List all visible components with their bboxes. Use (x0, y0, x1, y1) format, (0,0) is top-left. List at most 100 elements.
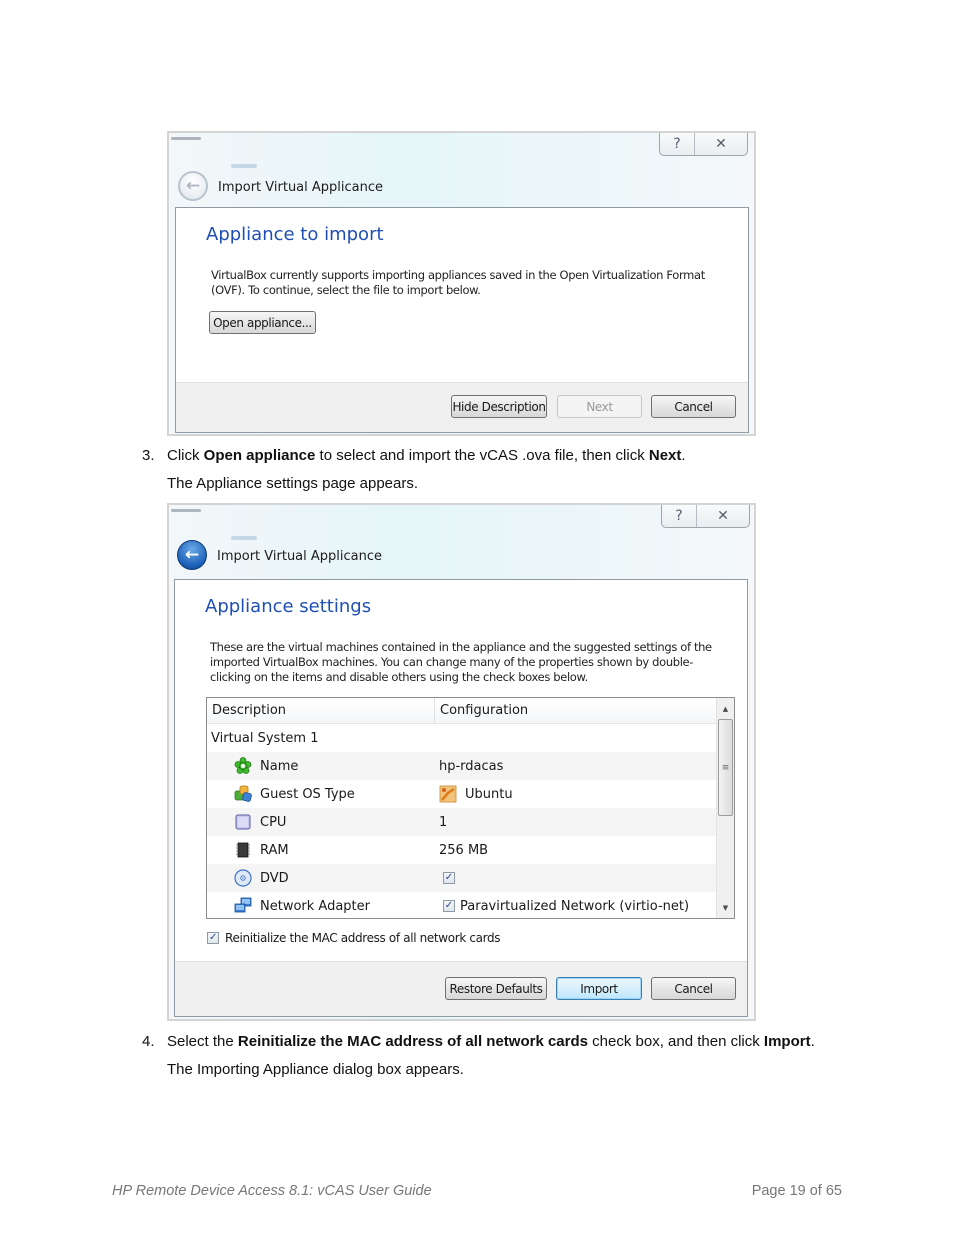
description-line: These are the virtual machines contained… (210, 640, 712, 654)
dialog-content-panel: Appliance settings These are the virtual… (174, 579, 748, 1017)
reinitialize-mac-checkbox[interactable]: ✓ (207, 932, 219, 944)
window-buttons: ? ✕ (659, 133, 748, 156)
description-cell: DVD (207, 869, 439, 887)
import-dialog-step1: ? ✕ ← Import Virtual Applicance Applianc… (167, 131, 756, 436)
instruction-text: . (810, 1033, 815, 1050)
ubuntu-os-icon (439, 785, 457, 803)
title-blur-decoration (171, 509, 201, 512)
configuration-cell: hp-rdacas (439, 759, 503, 774)
dvd-icon (234, 869, 252, 887)
page-heading: Appliance settings (205, 596, 372, 617)
back-button[interactable]: ← (177, 540, 207, 570)
row-label: Guest OS Type (260, 786, 355, 802)
import-dialog-step2: ? ✕ ← Import Virtual Applicance Applianc… (167, 503, 756, 1021)
column-header-description[interactable]: Description (207, 698, 435, 723)
row-value: hp-rdacas (439, 758, 504, 774)
hide-description-button[interactable]: Hide Description (451, 395, 547, 418)
close-icon: ✕ (717, 508, 729, 524)
guest-os-icon (234, 785, 252, 803)
instruction-text: Select the (167, 1033, 238, 1050)
reinitialize-mac-label: Reinitialize the MAC address of all netw… (225, 931, 501, 945)
description-line: imported VirtualBox machines. You can ch… (210, 655, 694, 669)
back-button[interactable]: ← (178, 171, 208, 201)
row-label: DVD (260, 870, 289, 886)
table-row[interactable]: CPU 1 (207, 808, 717, 836)
description-cell: CPU (207, 813, 439, 831)
close-icon: ✕ (715, 136, 727, 152)
group-label: Virtual System 1 (211, 730, 319, 746)
row-label: RAM (260, 842, 289, 858)
step-result: The Appliance settings page appears. (167, 475, 419, 492)
configuration-cell: 1 (439, 815, 447, 830)
restore-defaults-button[interactable]: Restore Defaults (445, 977, 547, 1000)
dialog-footer: Restore Defaults Import Cancel (175, 961, 747, 1016)
step-instruction: Click Open appliance to select and impor… (167, 447, 686, 464)
tree-scrollbar[interactable]: ▲ ≡ ▼ (716, 698, 734, 918)
description-line: VirtualBox currently supports importing … (211, 268, 705, 282)
scroll-up-arrow-icon[interactable]: ▲ (717, 700, 734, 717)
instruction-text: check box, and then click (587, 1033, 764, 1050)
table-row[interactable]: RAM 256 MB (207, 836, 717, 864)
configuration-cell: ✓ Paravirtualized Network (virtio-net) (439, 899, 689, 914)
open-appliance-button[interactable]: Open appliance... (209, 311, 316, 334)
table-row[interactable]: Guest OS Type Ubuntu (207, 780, 717, 808)
description-text: VirtualBox currently supports importing … (211, 268, 705, 298)
name-star-icon (234, 757, 252, 775)
dialog-title: Import Virtual Applicance (217, 549, 383, 564)
tree-header: Description Configuration (207, 698, 734, 724)
help-icon: ? (673, 136, 681, 152)
dvd-checkbox[interactable]: ✓ (443, 872, 455, 884)
help-button[interactable]: ? (660, 133, 695, 155)
scrollbar-thumb[interactable]: ≡ (718, 719, 733, 816)
configuration-cell: 256 MB (439, 843, 488, 858)
configuration-cell: Ubuntu (439, 785, 513, 803)
dialog-title: Import Virtual Applicance (218, 180, 384, 195)
instruction-bold: Open appliance (203, 447, 316, 464)
next-button[interactable]: Next (557, 395, 642, 418)
instruction-text: Click (167, 447, 204, 464)
back-arrow-icon: ← (185, 176, 201, 196)
row-value: 256 MB (439, 842, 489, 858)
instruction-bold: Import (763, 1033, 811, 1050)
row-label: Network Adapter (260, 898, 370, 914)
row-label: CPU (260, 814, 287, 830)
network-adapter-checkbox[interactable]: ✓ (443, 900, 455, 912)
cpu-icon (234, 813, 252, 831)
network-adapter-icon (234, 897, 252, 915)
row-value: 1 (439, 814, 448, 830)
table-row[interactable]: DVD ✓ (207, 864, 717, 892)
close-button[interactable]: ✕ (695, 133, 747, 155)
description-cell: Guest OS Type (207, 785, 439, 803)
description-cell: Network Adapter (207, 897, 439, 915)
reinitialize-mac-checkbox-row[interactable]: ✓ Reinitialize the MAC address of all ne… (207, 931, 501, 945)
step-instruction: Select the Reinitialize the MAC address … (167, 1033, 815, 1050)
title-blur-decoration (171, 137, 201, 140)
dialog-titlebar: ? ✕ ← Import Virtual Applicance (169, 133, 754, 207)
table-row[interactable]: Network Adapter ✓ Paravirtualized Network… (207, 892, 717, 918)
instruction-bold: Next (648, 447, 682, 464)
step-number: 4. (142, 1033, 155, 1050)
import-button[interactable]: Import (556, 977, 642, 1000)
page-heading: Appliance to import (206, 224, 384, 245)
ram-icon (234, 841, 252, 859)
row-value: Paravirtualized Network (virtio-net) (460, 898, 690, 914)
step-result: The Importing Appliance dialog box appea… (167, 1061, 464, 1078)
description-text: These are the virtual machines contained… (210, 640, 712, 685)
appliance-settings-tree[interactable]: Description Configuration Virtual System… (206, 697, 735, 919)
dialog-footer: Hide Description Next Cancel (176, 382, 748, 432)
dialog-content-panel: Appliance to import VirtualBox currently… (175, 207, 749, 433)
close-button[interactable]: ✕ (697, 505, 749, 527)
scroll-down-arrow-icon[interactable]: ▼ (717, 899, 734, 916)
window-buttons: ? ✕ (661, 505, 750, 528)
description-cell: Name (207, 757, 439, 775)
group-cell: Virtual System 1 (207, 731, 439, 746)
cancel-button[interactable]: Cancel (651, 977, 736, 1000)
instruction-bold: Reinitialize the MAC address of all netw… (237, 1033, 588, 1050)
help-icon: ? (675, 508, 683, 524)
table-row[interactable]: Name hp-rdacas (207, 752, 717, 780)
back-arrow-icon: ← (184, 545, 200, 565)
column-header-configuration[interactable]: Configuration (435, 698, 528, 723)
help-button[interactable]: ? (662, 505, 697, 527)
tree-group-row[interactable]: Virtual System 1 (207, 724, 717, 752)
cancel-button[interactable]: Cancel (651, 395, 736, 418)
